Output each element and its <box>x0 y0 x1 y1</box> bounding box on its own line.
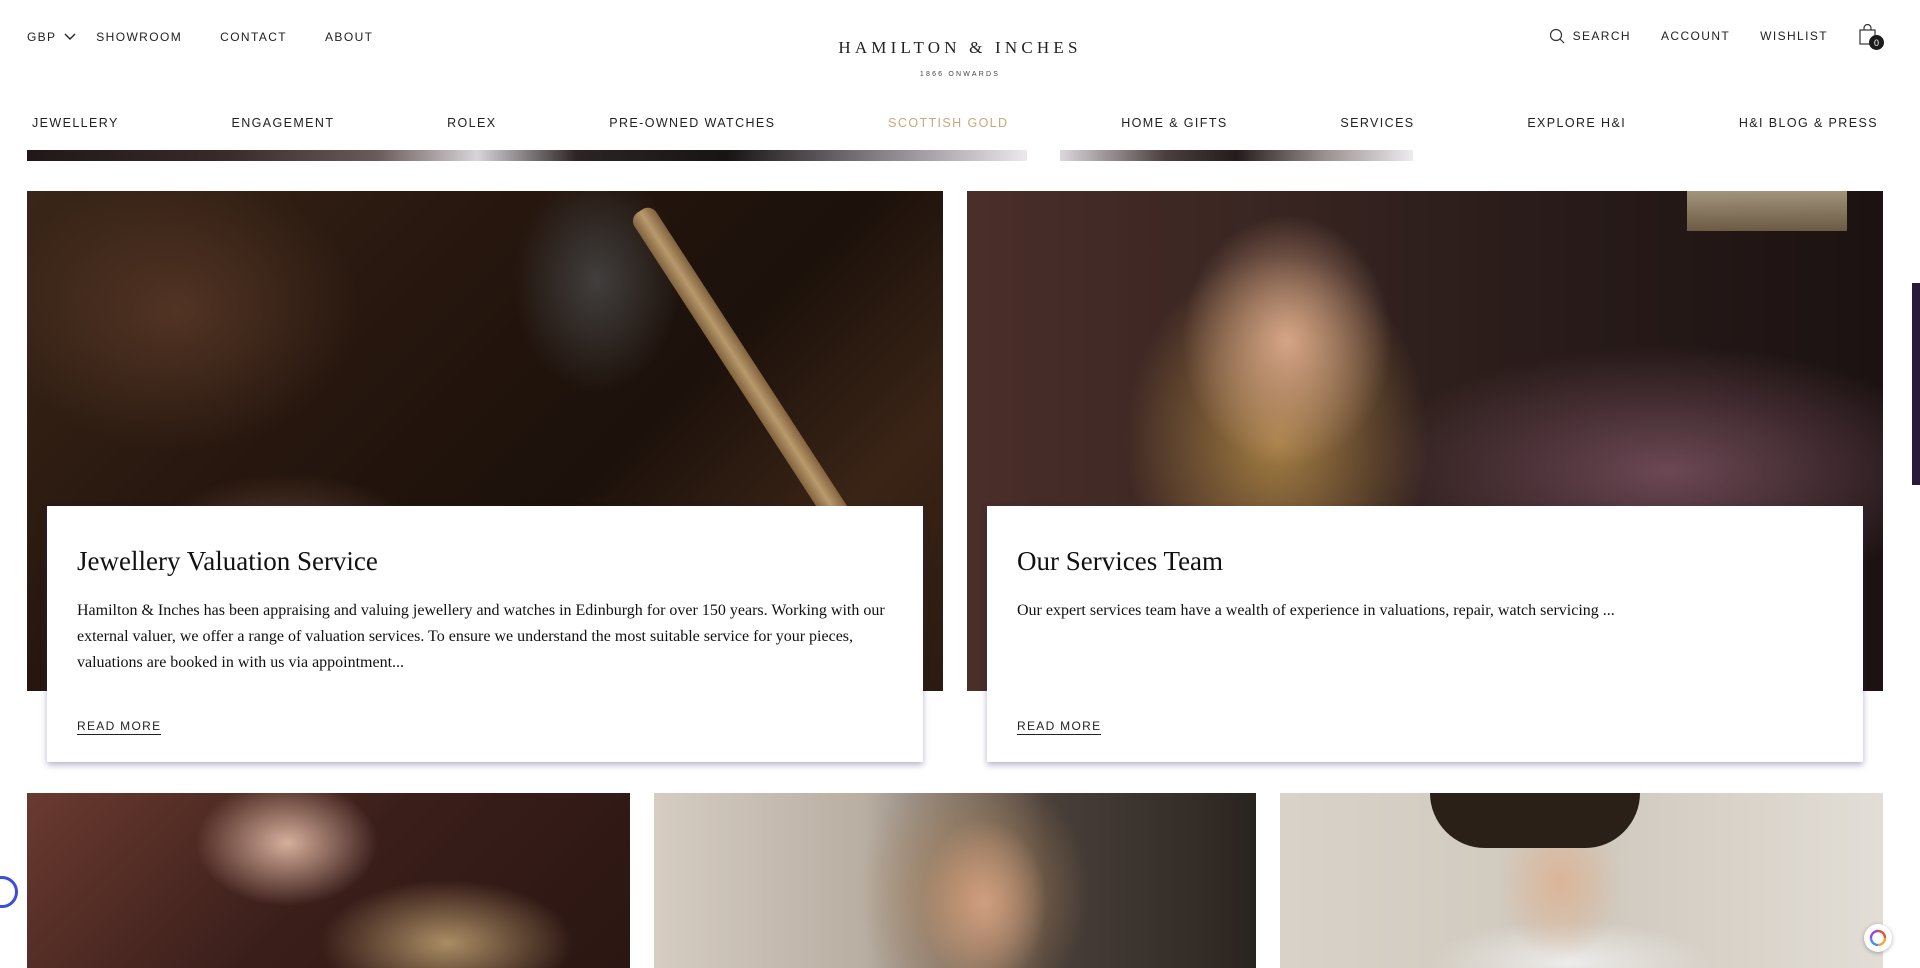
help-widget-icon <box>1869 929 1887 947</box>
scrollbar-thumb[interactable] <box>1912 283 1920 485</box>
services-team-card: Our Services Team Our expert services te… <box>987 506 1863 762</box>
background-window <box>1687 191 1847 231</box>
nav-item-pre-owned-watches[interactable]: PRE-OWNED WATCHES <box>609 116 775 130</box>
search-icon <box>1549 28 1564 44</box>
shopping-bag-button[interactable]: 0 <box>1858 23 1884 50</box>
logo-established: 1866 ONWARDS <box>919 71 1001 78</box>
nav-item-home-gifts[interactable]: HOME & GIFTS <box>1121 116 1227 130</box>
read-more-link[interactable]: READ MORE <box>77 719 162 735</box>
search-label: SEARCH <box>1572 29 1631 43</box>
main-navigation: JEWELLERY ENGAGEMENT ROLEX PRE-OWNED WAT… <box>32 116 1878 130</box>
utility-nav-right: SEARCH ACCOUNT WISHLIST 0 <box>1549 23 1884 50</box>
workshop-woman-image[interactable] <box>654 793 1256 968</box>
nav-item-engagement[interactable]: ENGAGEMENT <box>231 116 334 130</box>
nav-item-scottish-gold[interactable]: SCOTTISH GOLD <box>888 116 1008 130</box>
read-more-link[interactable]: READ MORE <box>1017 719 1102 735</box>
nav-item-explore[interactable]: EXPLORE H&I <box>1527 116 1626 130</box>
watchmaker-hair <box>1430 793 1640 848</box>
wishlist-link[interactable]: WISHLIST <box>1760 29 1828 43</box>
nav-item-services[interactable]: SERVICES <box>1340 116 1414 130</box>
previous-image-strip <box>27 150 1027 161</box>
watchmaker-image[interactable] <box>1280 793 1883 968</box>
site-header: GBP SHOWROOM CONTACT ABOUT HAMILTON & IN… <box>0 0 1920 150</box>
card-title: Our Services Team <box>1017 546 1224 576</box>
nav-item-jewellery[interactable]: JEWELLERY <box>32 116 119 130</box>
card-body: Our expert services team have a wealth o… <box>1017 602 1615 619</box>
account-link[interactable]: ACCOUNT <box>1661 29 1730 43</box>
previous-image-strip <box>1060 150 1413 161</box>
help-widget-button[interactable] <box>1864 924 1892 952</box>
nav-item-blog-press[interactable]: H&I BLOG & PRESS <box>1739 116 1878 130</box>
accessibility-icon[interactable] <box>0 876 18 908</box>
search-button[interactable]: SEARCH <box>1549 28 1631 44</box>
craftsman-image[interactable] <box>27 793 630 968</box>
jewellery-valuation-card: Jewellery Valuation Service Hamilton & I… <box>47 506 923 762</box>
card-title: Jewellery Valuation Service <box>77 546 378 576</box>
card-body: Hamilton & Inches has been appraising an… <box>77 602 885 671</box>
nav-item-rolex[interactable]: ROLEX <box>447 116 496 130</box>
bag-count-badge: 0 <box>1869 35 1884 50</box>
